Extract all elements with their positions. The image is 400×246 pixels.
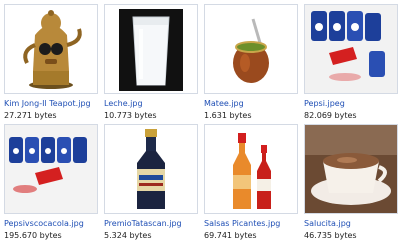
file-name-link[interactable]: Matee.jpg <box>204 99 244 109</box>
file-name-link[interactable]: Leche.jpg <box>104 99 143 109</box>
file-size: 5.324 bytes <box>104 231 152 240</box>
file-size: 195.670 bytes <box>4 231 62 240</box>
teapot-photo-icon[interactable] <box>4 4 98 94</box>
file-size: 82.069 bytes <box>304 111 357 120</box>
file-name-link[interactable]: Salsas Picantes.jpg <box>204 219 280 229</box>
file-size: 10.773 bytes <box>104 111 157 120</box>
file-name-link[interactable]: Pepsi.jpeg <box>304 99 345 109</box>
hot-sauce-photo-icon[interactable] <box>204 124 298 214</box>
soda-cans-photo-icon[interactable] <box>304 4 398 94</box>
file-size: 27.271 bytes <box>4 111 57 120</box>
milk-glass-photo-icon[interactable] <box>104 4 198 94</box>
mate-gourd-photo-icon[interactable] <box>204 4 298 94</box>
file-size: 46.735 bytes <box>304 231 357 240</box>
file-name-link[interactable]: Kim Jong-Il Teapot.jpg <box>4 99 91 109</box>
file-size: 1.631 bytes <box>204 111 252 120</box>
file-name-link[interactable]: Salucita.jpg <box>304 219 351 229</box>
cocoa-cup-photo-icon[interactable] <box>304 124 398 214</box>
file-size: 69.741 bytes <box>204 231 257 240</box>
bottle-photo-icon[interactable] <box>104 124 198 214</box>
soda-cans-photo-icon[interactable] <box>4 124 98 214</box>
file-name-link[interactable]: PremioTatascan.jpg <box>104 219 182 229</box>
file-name-link[interactable]: Pepsivscocacola.jpg <box>4 219 84 229</box>
file-gallery: Kim Jong-Il Teapot.jpg 27.271 bytes Lech… <box>0 0 400 246</box>
